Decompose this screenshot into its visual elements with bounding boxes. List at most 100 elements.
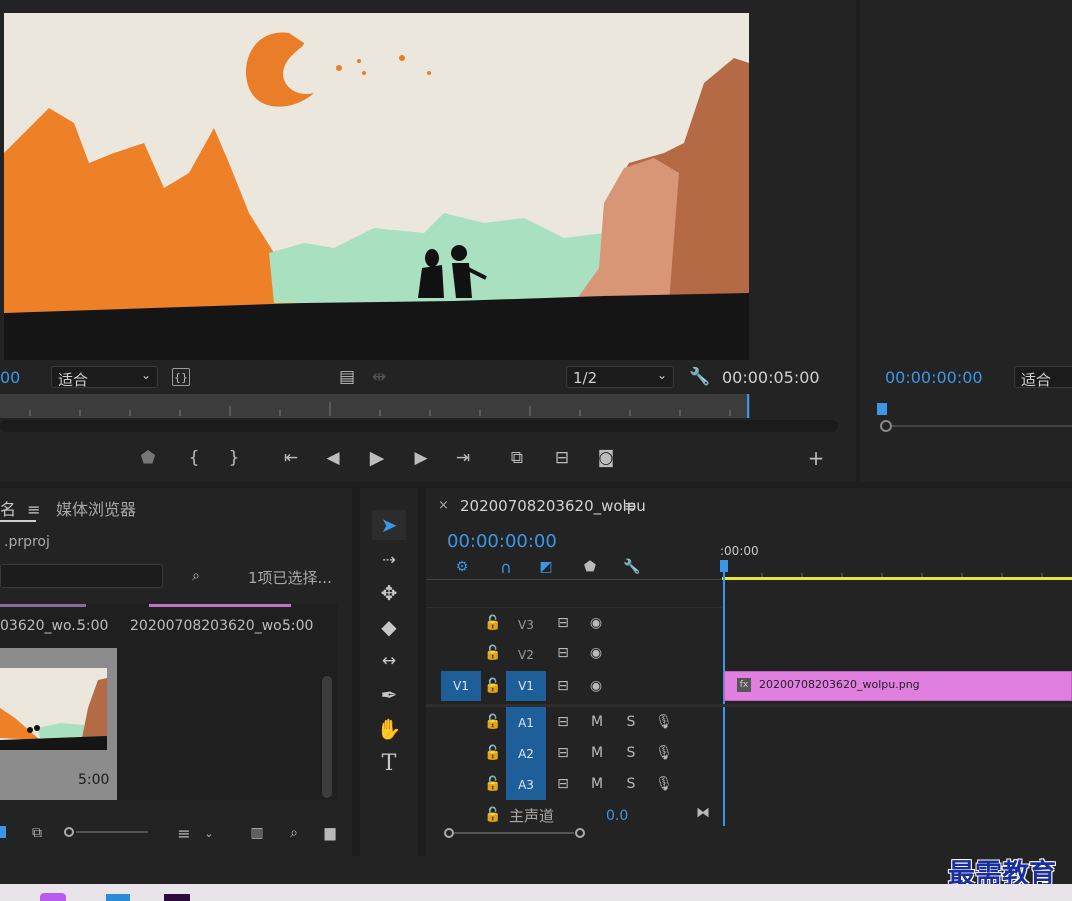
program-zoom-handle[interactable] bbox=[880, 420, 892, 432]
mark-out-icon[interactable]: } bbox=[224, 448, 244, 468]
icon-view-icon[interactable]: ⧉ bbox=[26, 824, 48, 842]
hand-tool-icon[interactable]: ✋ bbox=[372, 714, 406, 744]
snap-icon[interactable]: ∩ bbox=[496, 558, 516, 577]
lock-icon[interactable]: 🔓 bbox=[484, 677, 501, 695]
solo-button[interactable]: S bbox=[624, 775, 638, 793]
sequence-tab[interactable]: 20200708203620_wolpu bbox=[460, 497, 646, 515]
zoom-fit-dropdown[interactable]: 适合 ⌄ bbox=[51, 366, 158, 389]
lock-icon[interactable]: 🔓 bbox=[484, 744, 501, 762]
microphone-icon[interactable]: 🎙 bbox=[655, 775, 673, 793]
program-fit-dropdown[interactable]: 适合 bbox=[1014, 366, 1072, 389]
app-icon[interactable] bbox=[106, 894, 130, 901]
thumbnail-card[interactable]: 5:00 bbox=[0, 648, 117, 800]
automate-sequence-icon[interactable]: ▥ bbox=[246, 824, 268, 842]
eye-icon[interactable]: ◉ bbox=[586, 614, 606, 632]
video-clip[interactable]: fx 20200708203620_wolpu.png bbox=[724, 671, 1072, 701]
playhead-timecode[interactable]: 00 bbox=[0, 368, 20, 387]
lock-icon[interactable]: 🔓 bbox=[484, 806, 501, 824]
insert-icon[interactable]: ⧉ bbox=[505, 448, 529, 468]
item-name[interactable]: 20200708203620_wo... bbox=[130, 618, 295, 634]
tab-media-browser[interactable]: 媒体浏览器 bbox=[56, 496, 136, 520]
go-to-edit-icon[interactable]: ⧓ bbox=[694, 804, 712, 822]
timeline-timecode[interactable]: 00:00:00:00 bbox=[447, 531, 557, 552]
track-select-tool-icon[interactable]: ⇢ bbox=[372, 544, 406, 574]
item-name[interactable]: 03620_wo... bbox=[0, 618, 85, 634]
new-search-bin-icon[interactable]: ⌕ bbox=[186, 566, 206, 586]
play-icon[interactable]: ▶ bbox=[366, 447, 388, 469]
step-forward-icon[interactable]: ▶︎ bbox=[410, 448, 432, 468]
source-patch-v1[interactable]: V1 bbox=[441, 671, 481, 701]
work-area-bar[interactable] bbox=[722, 577, 1072, 580]
vertical-scrollbar[interactable] bbox=[322, 676, 332, 798]
mute-button[interactable]: M bbox=[590, 775, 604, 793]
timeline-ruler[interactable] bbox=[722, 564, 1072, 578]
microphone-icon[interactable]: 🎙 bbox=[655, 713, 673, 731]
mute-button[interactable]: M bbox=[590, 744, 604, 762]
search-icon[interactable]: ⌕ bbox=[284, 824, 304, 842]
zoom-handle-right[interactable] bbox=[575, 828, 585, 838]
lock-icon[interactable]: 🔓 bbox=[484, 775, 501, 793]
add-marker-icon[interactable]: ⬟ bbox=[582, 558, 598, 576]
pen-tool-icon[interactable]: ✒ bbox=[372, 680, 406, 710]
sync-lock-icon[interactable]: ⊟ bbox=[554, 614, 572, 632]
solo-button[interactable]: S bbox=[624, 713, 638, 731]
audio-waveform-icon[interactable]: ⇹ bbox=[370, 367, 388, 387]
zoom-slider-handle[interactable] bbox=[64, 827, 74, 837]
sync-lock-icon[interactable]: ⊟ bbox=[554, 744, 572, 762]
resolution-dropdown[interactable]: 1/2 ⌄ bbox=[566, 366, 674, 388]
type-tool-icon[interactable]: T bbox=[372, 748, 406, 778]
tab-project[interactable]: 名 ≡ bbox=[0, 496, 41, 520]
list-view-icon[interactable] bbox=[0, 826, 6, 838]
menu-icon[interactable]: ≡ bbox=[624, 497, 637, 515]
step-back-icon[interactable]: ◀︎ bbox=[322, 448, 344, 468]
nest-icon[interactable]: ⚙ bbox=[452, 558, 472, 576]
eye-icon[interactable]: ◉ bbox=[586, 644, 606, 662]
mark-in-icon[interactable]: { bbox=[184, 448, 204, 468]
overwrite-icon[interactable]: ⊟ bbox=[550, 448, 574, 468]
zoom-scrollbar[interactable] bbox=[0, 420, 838, 432]
film-icon[interactable]: ▤ bbox=[338, 367, 356, 387]
track-target-a3[interactable]: A3 bbox=[506, 769, 546, 800]
razor-tool-icon[interactable]: ◆ bbox=[372, 612, 406, 642]
selection-tool-icon[interactable]: ➤ bbox=[372, 510, 406, 540]
sort-icon[interactable]: ≡ bbox=[174, 824, 194, 843]
mute-button[interactable]: M bbox=[590, 713, 604, 731]
linked-selection-icon[interactable]: ◩ bbox=[536, 558, 556, 576]
add-button-icon[interactable]: + bbox=[806, 446, 826, 470]
go-to-in-icon[interactable]: ⇤ bbox=[280, 448, 302, 468]
master-volume[interactable]: 0.0 bbox=[606, 808, 628, 824]
search-input[interactable] bbox=[0, 564, 163, 588]
folder-icon[interactable]: ▆ bbox=[320, 824, 340, 842]
menu-icon[interactable]: ≡ bbox=[27, 500, 40, 519]
lock-icon[interactable]: 🔓 bbox=[484, 644, 501, 662]
camera-icon[interactable]: ◙ bbox=[594, 448, 618, 468]
close-icon[interactable]: × bbox=[438, 498, 449, 513]
time-ruler[interactable] bbox=[0, 394, 750, 418]
add-marker-icon[interactable]: ⬟ bbox=[138, 448, 158, 468]
wrench-icon[interactable]: 🔧 bbox=[689, 367, 710, 387]
chevron-down-icon[interactable]: ⌄ bbox=[202, 824, 216, 842]
settings-brackets-icon[interactable]: {} bbox=[172, 368, 190, 386]
playhead-handle[interactable] bbox=[720, 560, 728, 572]
zoom-handle-left[interactable] bbox=[444, 828, 454, 838]
program-timecode[interactable]: 00:00:00:00 bbox=[885, 368, 983, 387]
program-playhead[interactable] bbox=[877, 403, 887, 415]
app-icon[interactable] bbox=[40, 893, 66, 901]
track-target-a1[interactable]: A1 bbox=[506, 707, 546, 738]
solo-button[interactable]: S bbox=[624, 744, 638, 762]
sync-lock-icon[interactable]: ⊟ bbox=[554, 644, 572, 662]
sync-lock-icon[interactable]: ⊟ bbox=[554, 677, 572, 695]
ripple-edit-tool-icon[interactable]: ✥ bbox=[372, 578, 406, 608]
wrench-icon[interactable]: 🔧 bbox=[622, 558, 642, 576]
lock-icon[interactable]: 🔓 bbox=[484, 614, 501, 632]
sync-lock-icon[interactable]: ⊟ bbox=[554, 713, 572, 731]
eye-icon[interactable]: ◉ bbox=[586, 677, 606, 695]
lock-icon[interactable]: 🔓 bbox=[484, 713, 501, 731]
track-target-v1[interactable]: V1 bbox=[506, 671, 546, 701]
microphone-icon[interactable]: 🎙 bbox=[655, 744, 673, 762]
slip-tool-icon[interactable]: ↔ bbox=[372, 646, 406, 676]
track-target-a2[interactable]: A2 bbox=[506, 738, 546, 769]
zoom-scrollbar[interactable] bbox=[454, 832, 574, 834]
premiere-app-icon[interactable] bbox=[164, 894, 190, 901]
go-to-out-icon[interactable]: ⇥ bbox=[452, 448, 474, 468]
